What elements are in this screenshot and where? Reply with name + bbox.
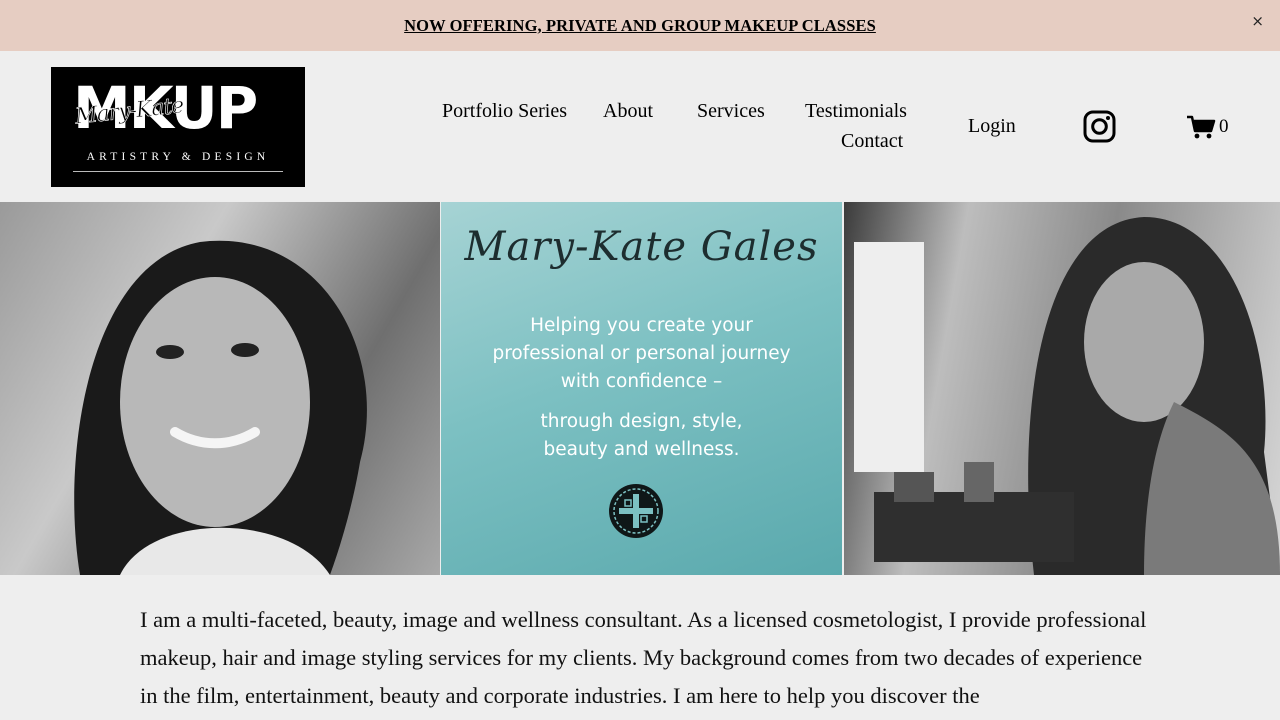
makeup-session-photo xyxy=(844,202,1280,575)
tagline-line: professional or personal journey xyxy=(492,343,791,364)
tagline-line: Helping you create your xyxy=(530,315,753,336)
cart-button[interactable]: 0 xyxy=(1186,113,1229,141)
emblem-icon xyxy=(609,484,663,538)
session-illustration xyxy=(854,217,1280,575)
tagline-line: beauty and wellness. xyxy=(543,439,740,460)
tagline-panel: Mary-Kate Gales Helping you create your … xyxy=(441,202,842,575)
logo-tagline: ARTISTRY & DESIGN xyxy=(86,151,270,163)
site-header: MKUP Mary-Kate ARTISTRY & DESIGN Portfol… xyxy=(0,51,1280,202)
nav-contact[interactable]: Contact xyxy=(841,130,903,153)
cart-count: 0 xyxy=(1219,116,1229,137)
announcement-link[interactable]: NOW OFFERING, PRIVATE AND GROUP MAKEUP C… xyxy=(404,16,876,36)
nav-testimonials[interactable]: Testimonials xyxy=(805,100,907,123)
intro-paragraph: I am a multi-faceted, beauty, image and … xyxy=(140,607,1147,708)
close-icon[interactable]: × xyxy=(1251,12,1264,30)
tagline-primary: Helping you create your professional or … xyxy=(441,312,842,396)
site-logo[interactable]: MKUP Mary-Kate ARTISTRY & DESIGN xyxy=(51,67,305,187)
signature-text: Mary-Kate Gales xyxy=(464,224,819,270)
portrait-illustration xyxy=(74,240,367,575)
announcement-bar: NOW OFFERING, PRIVATE AND GROUP MAKEUP C… xyxy=(0,0,1280,51)
nav-portfolio-series[interactable]: Portfolio Series xyxy=(442,100,567,123)
nav-services[interactable]: Services xyxy=(697,100,765,123)
nav-about[interactable]: About xyxy=(603,100,653,123)
hero-banner: Mary-Kate Gales Helping you create your … xyxy=(0,202,1280,575)
tagline-secondary: through design, style, beauty and wellne… xyxy=(441,408,842,464)
portrait-photo xyxy=(0,202,440,575)
tagline-line: with confidence – xyxy=(560,371,723,392)
login-link[interactable]: Login xyxy=(968,115,1016,138)
tagline-line: through design, style, xyxy=(540,411,743,432)
logo-divider xyxy=(73,171,283,172)
instagram-icon[interactable] xyxy=(1083,110,1116,143)
cart-icon xyxy=(1187,115,1216,139)
